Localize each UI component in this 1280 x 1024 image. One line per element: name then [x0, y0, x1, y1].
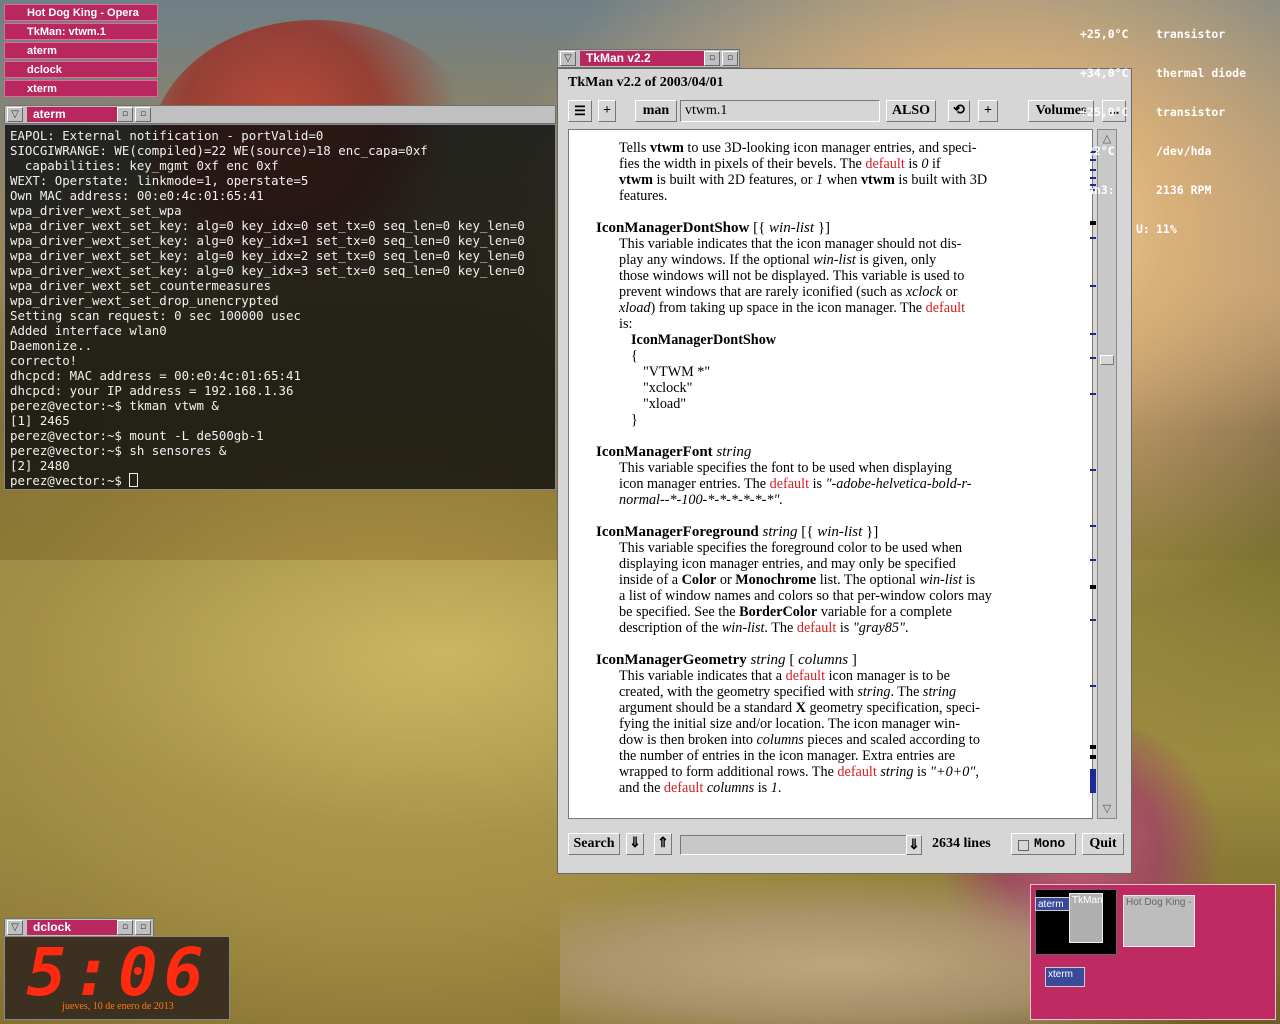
terminal-line: wpa_driver_wext_set_key: alg=0 key_idx=2…	[10, 248, 525, 263]
tkman-titlebar[interactable]: ▽ TkMan v2.2 ▫ ▫	[557, 49, 740, 68]
tkman-window: TkMan v2.2 of 2003/04/01 ☰ + man vtwm.1 …	[557, 68, 1132, 874]
tkman-header: TkMan v2.2 of 2003/04/01	[568, 75, 724, 90]
iconmgr-item-aterm[interactable]: aterm	[4, 42, 158, 59]
window-menu-button[interactable]: ▽	[560, 51, 576, 66]
terminal-line: WEXT: Operstate: linkmode=1, operstate=5	[10, 173, 309, 188]
text-cursor	[129, 473, 139, 487]
link-default[interactable]: default	[926, 300, 965, 316]
link-default[interactable]: default	[770, 476, 809, 492]
refresh-icon[interactable]: ⟲	[948, 100, 970, 122]
window-menu-button[interactable]: ▽	[7, 107, 23, 122]
icon-manager: Hot Dog King - Opera TkMan: vtwm.1 aterm…	[4, 4, 158, 99]
scroll-down-icon[interactable]: ▽	[1100, 802, 1114, 816]
link-default[interactable]: default	[837, 764, 876, 780]
terminal-line: [1] 2465	[10, 413, 70, 428]
search-field[interactable]	[680, 835, 920, 855]
terminal-line: dhcpcd: MAC address = 00:e0:4c:01:65:41	[10, 368, 301, 383]
terminal-line: wpa_driver_wext_set_key: alg=0 key_idx=0…	[10, 218, 525, 233]
checkbox-icon	[1018, 840, 1029, 851]
tkman-toolbar: ☰ + man vtwm.1 ALSO ⟲ + Volumes ...	[568, 100, 1126, 124]
tkman-statusbar: Search ⇓ ⇑ ⇓ 2634 lines Mono Quit	[568, 833, 1126, 859]
section-heading: IconManagerFont string	[596, 444, 752, 460]
link-default[interactable]: default	[865, 156, 904, 172]
terminal-output: EAPOL: External notification - portValid…	[5, 125, 555, 488]
terminal-line: perez@vector:~$ sh sensores &	[10, 443, 227, 458]
iconify-button[interactable]: ▫	[117, 920, 133, 935]
iconify-button[interactable]: ▫	[704, 51, 720, 66]
terminal-line: wpa_driver_wext_set_countermeasures	[10, 278, 272, 293]
terminal-line: dhcpcd: your IP address = 192.168.1.36	[10, 383, 294, 398]
link-default[interactable]: default	[797, 620, 836, 636]
man-page-entry[interactable]: vtwm.1	[680, 100, 880, 122]
terminal-prompt: perez@vector:~$	[10, 473, 555, 488]
iconmgr-item-opera[interactable]: Hot Dog King - Opera	[4, 4, 158, 21]
iconify-button[interactable]: ▫	[117, 107, 133, 122]
mono-checkbox[interactable]: Mono	[1011, 833, 1076, 855]
virtual-desktop-pager[interactable]: aterm TkMan: Hot Dog King - xterm	[1030, 884, 1276, 1020]
search-button[interactable]: Search	[568, 833, 620, 855]
window-title: dclock	[27, 920, 117, 935]
terminal-line: capabilities: key_mgmt 0xf enc 0xf	[10, 158, 279, 173]
pager-window-xterm[interactable]: xterm	[1045, 967, 1085, 987]
terminal-line: wpa_driver_wext_set_drop_unencrypted	[10, 293, 279, 308]
quit-button[interactable]: Quit	[1082, 833, 1124, 855]
section-heading: IconManagerGeometry string [ columns ]	[596, 652, 857, 668]
link-default[interactable]: default	[664, 780, 703, 796]
window-menu-button[interactable]: ▽	[7, 920, 23, 935]
add-button[interactable]: +	[598, 100, 616, 122]
terminal-line: perez@vector:~$ tkman vtwm &	[10, 398, 219, 413]
terminal-line: perez@vector:~$ mount -L de500gb-1	[10, 428, 264, 443]
aterm-terminal[interactable]: EAPOL: External notification - portValid…	[4, 124, 556, 490]
resize-button[interactable]: ▫	[722, 51, 738, 66]
sensors-overlay: +25,0°C transistor +34,0°C thermal diode +…	[1080, 27, 1247, 236]
add-button-2[interactable]: +	[978, 100, 998, 122]
scrollbar-thumb[interactable]	[1100, 355, 1114, 365]
dclock-window: 5:06 jueves, 10 de enero de 2013	[4, 934, 230, 1020]
terminal-line: Daemonize..	[10, 338, 93, 353]
terminal-line: wpa_driver_wext_set_key: alg=0 key_idx=1…	[10, 233, 525, 248]
terminal-line: SIOCGIWRANGE: WE(compiled)=22 WE(source)…	[10, 143, 428, 158]
terminal-line: wpa_driver_wext_set_wpa	[10, 203, 182, 218]
document-icon[interactable]: ☰	[568, 100, 592, 122]
iconmgr-item-dclock[interactable]: dclock	[4, 61, 158, 78]
terminal-line: [2] 2480	[10, 458, 70, 473]
man-page-text[interactable]: Tells vtwm to use 3D-looking icon manage…	[568, 129, 1093, 819]
iconmgr-item-tkman[interactable]: TkMan: vtwm.1	[4, 23, 158, 40]
window-title: TkMan v2.2	[580, 51, 704, 66]
section-heading: IconManagerForeground string [{ win-list…	[596, 524, 879, 540]
terminal-line: Own MAC address: 00:e0:4c:01:65:41	[10, 188, 264, 203]
pager-window-aterm[interactable]: aterm	[1035, 897, 1071, 911]
terminal-line: EAPOL: External notification - portValid…	[10, 128, 324, 143]
pager-window-tkman[interactable]: TkMan:	[1069, 893, 1103, 943]
search-next-button[interactable]: ⇓	[626, 833, 644, 855]
line-count: 2634 lines	[932, 836, 991, 851]
pager-window-opera[interactable]: Hot Dog King -	[1123, 895, 1195, 947]
terminal-line: Added interface wlan0	[10, 323, 167, 338]
terminal-line: wpa_driver_wext_set_key: alg=0 key_idx=3…	[10, 263, 525, 278]
also-button[interactable]: ALSO	[886, 100, 936, 122]
man-button[interactable]: man	[635, 100, 677, 122]
aterm-titlebar[interactable]: ▽ aterm ▫ ▫	[4, 105, 556, 124]
clock-date: jueves, 10 de enero de 2013	[62, 1001, 174, 1012]
section-heading: IconManagerDontShow [{ win-list }]	[596, 220, 831, 236]
search-dropdown-button[interactable]: ⇓	[906, 835, 922, 855]
iconmgr-item-xterm[interactable]: xterm	[4, 80, 158, 97]
window-title: aterm	[27, 107, 123, 122]
link-default[interactable]: default	[786, 668, 825, 684]
clock-time: 5:06	[26, 934, 210, 1011]
search-prev-button[interactable]: ⇑	[654, 833, 672, 855]
resize-button[interactable]: ▫	[135, 107, 151, 122]
terminal-line: Setting scan request: 0 sec 100000 usec	[10, 308, 301, 323]
terminal-line: correcto!	[10, 353, 78, 368]
resize-button[interactable]: ▫	[135, 920, 151, 935]
